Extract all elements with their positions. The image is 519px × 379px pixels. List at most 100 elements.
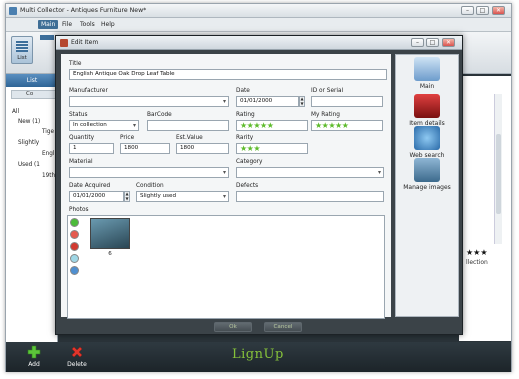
photo-thumbnail[interactable]: [90, 218, 130, 249]
right-background-panel: ★★★ llection: [459, 76, 511, 341]
defects-label: Defects: [236, 183, 259, 189]
cancel-button[interactable]: Cancel: [264, 322, 302, 332]
my-rating-stars[interactable]: ★★★★★: [311, 120, 383, 131]
my-rating-label: My Rating: [311, 112, 340, 118]
add-button[interactable]: Add: [21, 345, 47, 368]
status-dropdown[interactable]: In collection: [69, 120, 139, 131]
delete-label: Delete: [67, 361, 87, 368]
dialog-titlebar: Edit Item – □ ✕: [56, 36, 462, 50]
barcode-label: BarCode: [147, 112, 172, 118]
scrollbar[interactable]: [494, 94, 502, 244]
material-label: Material: [69, 159, 93, 165]
ribbon-strip: [40, 35, 54, 40]
category-label: Category: [236, 159, 263, 165]
condition-label: Condition: [136, 183, 164, 189]
globe-search-icon: [414, 126, 440, 150]
menu-help[interactable]: Help: [101, 21, 115, 28]
title-label: Title: [69, 61, 82, 67]
info-photo-icon[interactable]: [70, 266, 79, 275]
est-value-label: Est.Value: [176, 135, 203, 141]
rarity-label: Rarity: [236, 135, 254, 141]
minimize-button[interactable]: –: [461, 6, 474, 15]
side-item-details[interactable]: Item details: [397, 94, 457, 127]
dialog-maximize-button[interactable]: □: [426, 38, 439, 47]
panel-subheader[interactable]: Co: [11, 90, 56, 99]
dialog-close-button[interactable]: ✕: [442, 38, 455, 47]
window-title: Multi Collector - Antiques Furniture New…: [20, 7, 147, 14]
side-item-web-search[interactable]: Web search: [397, 126, 457, 159]
app-icon: [9, 7, 17, 15]
rarity-stars[interactable]: ★★★: [236, 143, 308, 154]
side-item-manage-images[interactable]: Manage images: [397, 158, 457, 191]
add-label: Add: [28, 361, 40, 368]
tree-item-new[interactable]: New (1): [18, 119, 40, 125]
dialog-minimize-button[interactable]: –: [411, 38, 424, 47]
list-view-label: List: [17, 55, 27, 61]
delete-button[interactable]: Delete: [64, 345, 90, 368]
close-button[interactable]: ✕: [492, 6, 505, 15]
rating-label: Rating: [236, 112, 255, 118]
list-view-button[interactable]: List: [11, 36, 33, 64]
category-dropdown[interactable]: [236, 167, 384, 178]
images-icon: [414, 158, 440, 182]
grid-icon: [16, 40, 28, 52]
left-panel: List Co All New (1) Tige Slightly Engl U…: [6, 74, 58, 342]
date-acquired-input[interactable]: 01/01/2000: [69, 191, 124, 202]
condition-dropdown[interactable]: Slightly used: [136, 191, 229, 202]
side-item-main-label: Main: [419, 83, 435, 90]
folder-icon: [414, 57, 440, 81]
tree-item-slightly[interactable]: Slightly: [18, 140, 39, 146]
date-input[interactable]: 01/01/2000: [236, 96, 299, 107]
manufacturer-dropdown[interactable]: [69, 96, 229, 107]
est-value-input[interactable]: 1800: [176, 143, 229, 154]
manufacturer-label: Manufacturer: [69, 88, 108, 94]
material-dropdown[interactable]: [69, 167, 229, 178]
date-label: Date: [236, 88, 250, 94]
date-acquired-label: Date Acquired: [69, 183, 111, 189]
price-label: Price: [120, 135, 135, 141]
tree-item-19th[interactable]: 19th: [42, 173, 55, 179]
id-serial-label: ID or Serial: [311, 88, 344, 94]
window-titlebar: Multi Collector - Antiques Furniture New…: [6, 4, 511, 18]
status-label: Status: [69, 112, 88, 118]
id-serial-input[interactable]: [311, 96, 383, 107]
background-collection-text: llection: [466, 259, 488, 266]
add-photo-icon[interactable]: [70, 218, 79, 227]
menu-bar: Main File Tools Help: [6, 18, 511, 32]
delete-x-icon: [71, 346, 83, 358]
dialog-title: Edit Item: [71, 39, 99, 46]
background-rating: ★★★: [466, 248, 488, 257]
ok-button[interactable]: Ok: [214, 322, 252, 332]
maximize-button[interactable]: □: [476, 6, 489, 15]
tree-item-used[interactable]: Used (1: [18, 162, 40, 168]
price-input[interactable]: 1800: [120, 143, 170, 154]
quantity-label: Quantity: [69, 135, 95, 141]
side-item-main[interactable]: Main: [397, 57, 457, 90]
tree-item-tige[interactable]: Tige: [42, 129, 54, 135]
plus-icon: [27, 345, 41, 359]
date-acquired-spinner[interactable]: ▲ ▼: [124, 191, 130, 202]
photos-label: Photos: [69, 207, 89, 213]
scrollbar-thumb[interactable]: [496, 134, 501, 214]
tree-item-all[interactable]: All: [12, 109, 19, 115]
book-icon: [414, 94, 440, 118]
menu-main[interactable]: Main: [38, 20, 59, 29]
defects-input[interactable]: [236, 191, 384, 202]
delete-photo-icon[interactable]: [70, 242, 79, 251]
rating-stars[interactable]: ★★★★★: [236, 120, 308, 131]
photo-caption: 6: [108, 251, 112, 257]
side-item-manage-images-label: Manage images: [403, 184, 451, 191]
panel-header[interactable]: List: [6, 74, 58, 87]
edit-photo-icon[interactable]: [70, 254, 79, 263]
date-spinner[interactable]: ▲ ▼: [299, 96, 305, 107]
lignup-logo: LignUp: [232, 347, 284, 362]
tree-item-engl[interactable]: Engl: [42, 151, 54, 157]
menu-tools[interactable]: Tools: [80, 21, 95, 28]
menu-file[interactable]: File: [62, 21, 72, 28]
edit-item-dialog: Edit Item – □ ✕ Title English Antique Oa…: [55, 35, 463, 335]
barcode-input[interactable]: [147, 120, 229, 131]
title-input[interactable]: English Antique Oak Drop Leaf Table: [69, 69, 387, 80]
dialog-icon: [60, 39, 68, 47]
quantity-input[interactable]: 1: [69, 143, 114, 154]
remove-photo-icon[interactable]: [70, 230, 79, 239]
